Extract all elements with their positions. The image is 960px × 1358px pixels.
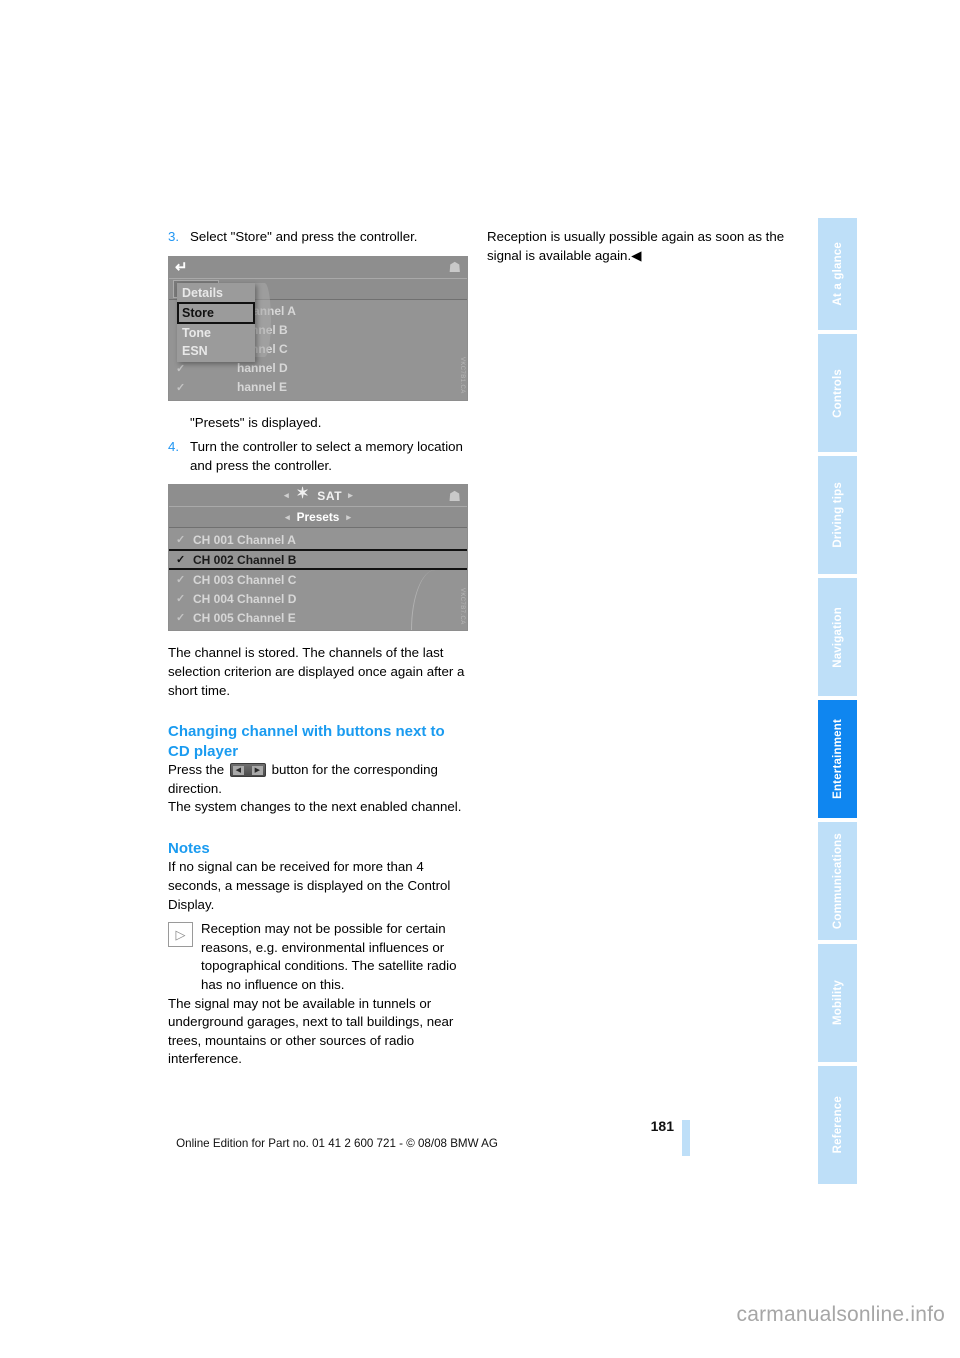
check-icon: ✓ — [176, 574, 186, 587]
left-text-column: 3. Select "Store" and press the controll… — [168, 228, 468, 1069]
hmi-preset-list: ✓ CH 001 Channel A ✓ CH 002 Channel B ✓ … — [169, 528, 467, 631]
signal-availability-paragraph: The signal may not be available in tunne… — [168, 995, 454, 1067]
figure-code: VKC7B7.CA — [459, 587, 465, 625]
press-button-pre: Press the — [168, 762, 225, 778]
context-menu: Details Store Tone ESN — [177, 282, 255, 362]
menu-item-tone[interactable]: Tone — [177, 324, 255, 342]
chevron-right-icon[interactable]: ▸ — [348, 490, 353, 501]
menu-item-store[interactable]: Store — [177, 301, 255, 324]
chevron-left-icon[interactable]: ◂ — [285, 512, 290, 523]
popup-shadow — [255, 282, 271, 357]
page-number: 181 — [650, 1118, 674, 1134]
sidebar-item-controls[interactable]: Controls — [818, 334, 857, 452]
tab-label: Navigation — [831, 606, 844, 668]
home-icon[interactable]: ☗ — [448, 489, 461, 503]
sidebar-item-driving-tips[interactable]: Driving tips — [818, 456, 857, 574]
check-icon: ✓ — [176, 593, 186, 606]
note-block: ▷ Reception may not be possible for cert… — [168, 920, 468, 994]
hmi-list-item-selected[interactable]: ✓ CH 002 Channel B — [169, 549, 467, 571]
hmi-list-item[interactable]: ✓ CH 005 Channel E — [169, 608, 467, 627]
step-4: 4. Turn the controller to select a memor… — [168, 438, 468, 475]
sidebar-item-reference[interactable]: Reference — [818, 1066, 857, 1184]
reception-paragraph: Reception is usually possible again as s… — [487, 229, 785, 263]
tab-label: Entertainment — [831, 719, 844, 799]
hmi-list-item[interactable]: ✓ CH 001 Channel A — [169, 530, 467, 549]
rocker-button-icon: ◀ ▶ — [229, 763, 266, 778]
hmi-list-item-label: CH 005 Channel E — [193, 610, 296, 625]
hmi-list-item-label: CH 002 Channel B — [193, 552, 297, 567]
sidebar-item-navigation[interactable]: Navigation — [818, 578, 857, 696]
step-3-text: Select "Store" and press the controller. — [190, 229, 418, 244]
sidebar-item-communications[interactable]: Communications — [818, 822, 857, 940]
presets-caption: "Presets" is displayed. — [190, 414, 322, 430]
tab-label: At a glance — [831, 242, 844, 306]
imprint-line: Online Edition for Part no. 01 41 2 600 … — [176, 1137, 498, 1150]
chapter-tab-strip: At a glance Controls Driving tips Naviga… — [818, 218, 857, 1184]
hmi-list-item-label: CH 004 Channel D — [193, 591, 297, 606]
sidebar-item-mobility[interactable]: Mobility — [818, 944, 857, 1062]
menu-item-details[interactable]: Details — [177, 284, 255, 302]
hmi-list-item[interactable]: ✓ CH 004 Channel D — [169, 589, 467, 608]
hmi-list-item-name: hannel E — [237, 380, 288, 395]
hmi-list-item[interactable]: ✓ CH 005 hannel E — [169, 378, 467, 397]
check-icon: ✓ — [176, 554, 186, 567]
tab-label: Reference — [831, 1096, 844, 1154]
chevron-right-icon[interactable]: ▸ — [346, 512, 351, 523]
check-icon: ✓ — [176, 381, 186, 394]
play-triangle-icon: ▷ — [168, 922, 193, 948]
menu-item-esn[interactable]: ESN — [177, 342, 255, 360]
hmi-topbar-1: ↵ ☗ — [169, 256, 467, 279]
check-icon: ✓ — [176, 362, 186, 375]
hmi-screen-1: ↵ ☗ ▸ Jazz ✓ CH 001 Channel A — [169, 256, 467, 400]
check-icon: ✓ — [176, 612, 186, 625]
hmi-list-item-name: hannel D — [237, 361, 288, 376]
step-4-text: Turn the controller to select a memory l… — [190, 439, 463, 473]
tab-label: Controls — [831, 368, 844, 418]
presets-label: Presets — [296, 510, 340, 525]
right-arrow-glyph: ▶ — [251, 766, 263, 776]
hmi-title-label: SAT — [317, 488, 343, 503]
step-3-number: 3. — [168, 229, 180, 244]
step-3: 3. Select "Store" and press the controll… — [168, 228, 468, 247]
figure-code: VKC7B1.CA — [459, 356, 465, 394]
home-icon: ☗ — [448, 259, 461, 276]
no-signal-paragraph: If no signal can be received for more th… — [168, 859, 451, 912]
stored-paragraph: The channel is stored. The channels of t… — [168, 645, 465, 698]
sidebar-item-entertainment[interactable]: Entertainment — [818, 700, 857, 818]
hmi-topbar-2: ◂ SAT ▸ ☗ — [169, 485, 467, 508]
back-arrow-icon: ↵ — [175, 258, 188, 276]
press-button-paragraph: Press the ◀ ▶ button for the correspondin… — [168, 761, 468, 798]
hmi-list-item-label: CH 003 Channel C — [193, 572, 297, 587]
satellite-icon — [295, 486, 311, 503]
figure-presets-list: ◂ SAT ▸ ☗ ◂ Presets ▸ ✓ CH 0 — [168, 484, 468, 632]
check-icon: ✓ — [176, 534, 186, 547]
heading-notes: Notes — [168, 839, 210, 857]
hmi-screen-2: ◂ SAT ▸ ☗ ◂ Presets ▸ ✓ CH 0 — [169, 485, 467, 631]
hmi-title-sat: ◂ SAT ▸ — [284, 486, 353, 503]
hmi-presets-bar: ◂ Presets ▸ — [169, 507, 467, 529]
step-4-number: 4. — [168, 439, 180, 455]
note-text: Reception may not be possible for certai… — [201, 921, 457, 992]
manual-page: 3. Select "Store" and press the controll… — [0, 0, 960, 1358]
tab-label: Driving tips — [831, 482, 844, 548]
page-number-accent-bar — [682, 1120, 690, 1156]
chevron-left-icon[interactable]: ◂ — [284, 490, 289, 501]
sidebar-item-at-a-glance[interactable]: At a glance — [818, 218, 857, 330]
hmi-list-item[interactable]: ✓ CH 003 Channel C — [169, 570, 467, 589]
right-text-column: Reception is usually possible again as s… — [487, 228, 787, 265]
heading-changing-channel: Changing channel with buttons next to CD… — [168, 723, 445, 760]
next-enabled-paragraph: The system changes to the next enabled c… — [168, 799, 462, 815]
left-arrow-glyph: ◀ — [232, 766, 244, 776]
tab-label: Mobility — [831, 980, 844, 1026]
figure-store-menu: ↵ ☗ ▸ Jazz ✓ CH 001 Channel A — [168, 255, 468, 401]
site-watermark: carmanualsonline.info — [736, 1303, 945, 1326]
tab-label: Communications — [831, 832, 844, 930]
hmi-list-item-label: CH 001 Channel A — [193, 532, 296, 547]
